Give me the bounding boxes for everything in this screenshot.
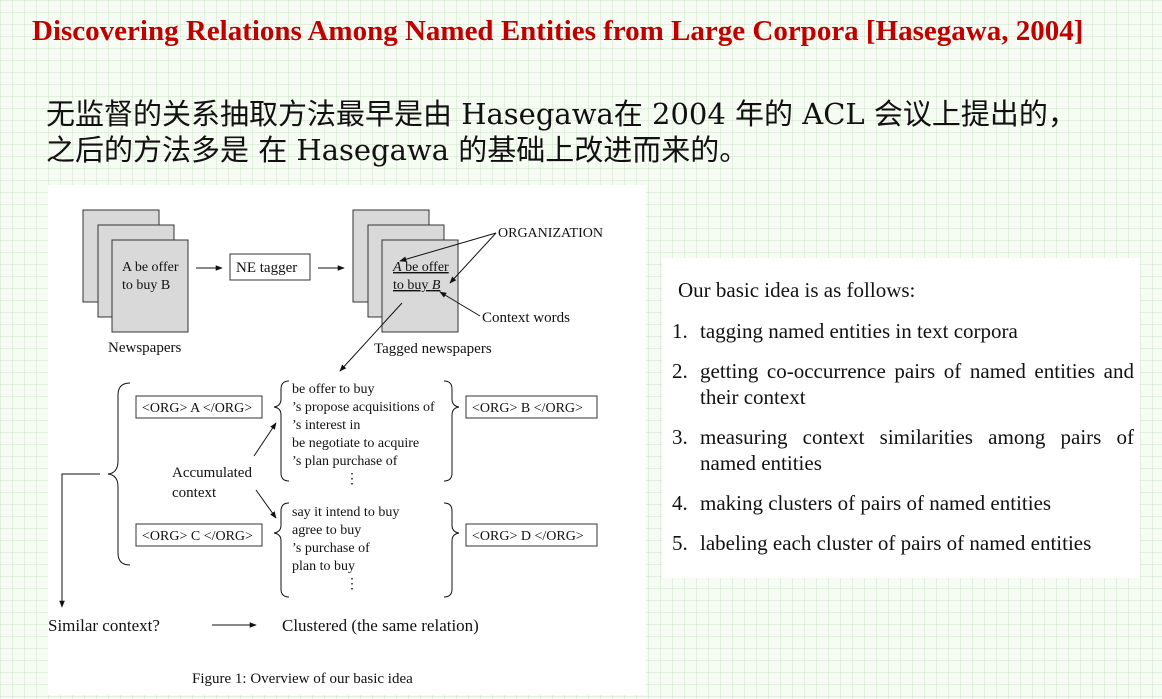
step-text: tagging named entities in text corpora (700, 319, 1018, 343)
steps-heading: Our basic idea is as follows: (678, 278, 916, 302)
context-ab-close-brace (443, 380, 460, 482)
context-cd-close-brace (443, 502, 460, 598)
step-number: 2. (672, 359, 688, 383)
intro-line-1: 无监督的关系抽取方法最早是由 Hasegawa在 2004 年的 ACL 会议上… (46, 97, 1077, 131)
doc-text-line2: to buy B (122, 278, 170, 293)
context-cd-item: ’s purchase of (292, 541, 370, 556)
organization-label: ORGANIZATION (498, 226, 603, 241)
slide-title: Discovering Relations Among Named Entiti… (32, 15, 1084, 47)
tagged-text-line1: A be offer (392, 260, 449, 275)
step-text: measuring context similarities among pai… (700, 425, 1134, 475)
tagged-entity-a: A (392, 260, 402, 275)
tagged-text-line1-rest: be offer (402, 260, 449, 275)
step-number: 3. (672, 425, 688, 449)
tagged-text-line2-pre: to buy (393, 278, 432, 293)
list-item: 5. labeling each cluster of pairs of nam… (672, 530, 1134, 556)
intro-line-2: 之后的方法多是 在 Hasegawa 的基础上改进而来的。 (46, 133, 749, 167)
tagged-text-line2: to buy B (393, 278, 441, 293)
steps-list: 1. tagging named entities in text corpor… (672, 318, 1134, 570)
context-list-cd: say it intend to buy agree to buy ’s pur… (292, 505, 399, 592)
context-cd-open-brace (273, 502, 290, 598)
accumulated-line2: context (172, 485, 217, 501)
list-item: 3. measuring context similarities among … (672, 424, 1134, 476)
step-number: 5. (672, 531, 688, 555)
tagged-entity-b: B (432, 278, 441, 293)
step-number: 1. (672, 319, 688, 343)
step-number: 4. (672, 491, 688, 515)
step-text: getting co-occurrence pairs of named ent… (700, 359, 1134, 409)
context-cd-ellipsis: ⋮ (345, 577, 359, 592)
org-d-label: <ORG> D </ORG> (472, 529, 584, 544)
overview-diagram: A be offer to buy B Newspapers NE tagger… (48, 209, 603, 687)
context-words-label: Context words (482, 310, 570, 326)
overview-figure: A be offer to buy B Newspapers NE tagger… (48, 185, 646, 695)
accumulated-arrow-down (255, 489, 277, 519)
context-cd-item: say it intend to buy (292, 505, 399, 520)
tagged-newspapers-label: Tagged newspapers (374, 341, 492, 357)
step-text: labeling each cluster of pairs of named … (700, 531, 1092, 555)
context-ab-ellipsis: ⋮ (345, 472, 359, 487)
basic-idea-panel: Our basic idea is as follows: 1. tagging… (662, 258, 1140, 578)
list-item: 4. making clusters of pairs of named ent… (672, 490, 1134, 516)
accumulated-line1: Accumulated (172, 465, 252, 481)
context-ab-open-brace (273, 380, 290, 482)
newspapers-label: Newspapers (108, 340, 181, 356)
context-ab-item: ’s propose acquisitions of (292, 400, 435, 415)
context-cd-item: plan to buy (292, 559, 355, 574)
context-ab-item: ’s plan purchase of (292, 454, 398, 469)
org-b-label: <ORG> B </ORG> (472, 401, 583, 416)
similar-context-label: Similar context? (48, 616, 160, 635)
context-ab-item: be negotiate to acquire (292, 436, 419, 451)
similar-context-arrow (59, 473, 100, 608)
context-list-ab: be offer to buy ’s propose acquisitions … (292, 382, 435, 487)
list-item: 2. getting co-occurrence pairs of named … (672, 358, 1134, 410)
clustered-label: Clustered (the same relation) (282, 616, 479, 635)
list-item: 1. tagging named entities in text corpor… (672, 318, 1134, 344)
doc-text-line1: A be offer (122, 260, 179, 275)
org-a-label: <ORG> A </ORG> (142, 401, 252, 416)
accumulated-arrow-up (253, 422, 277, 457)
intro-text: 无监督的关系抽取方法最早是由 Hasegawa在 2004 年的 ACL 会议上… (46, 96, 1146, 168)
left-brace (107, 382, 131, 566)
figure-caption: Figure 1: Overview of our basic idea (192, 671, 413, 687)
context-ab-item: be offer to buy (292, 382, 375, 397)
step-text: making clusters of pairs of named entiti… (700, 491, 1052, 515)
context-ab-item: ’s interest in (292, 418, 360, 433)
org-c-label: <ORG> C </ORG> (142, 529, 253, 544)
ne-tagger-label: NE tagger (236, 260, 297, 276)
context-cd-item: agree to buy (292, 523, 361, 538)
